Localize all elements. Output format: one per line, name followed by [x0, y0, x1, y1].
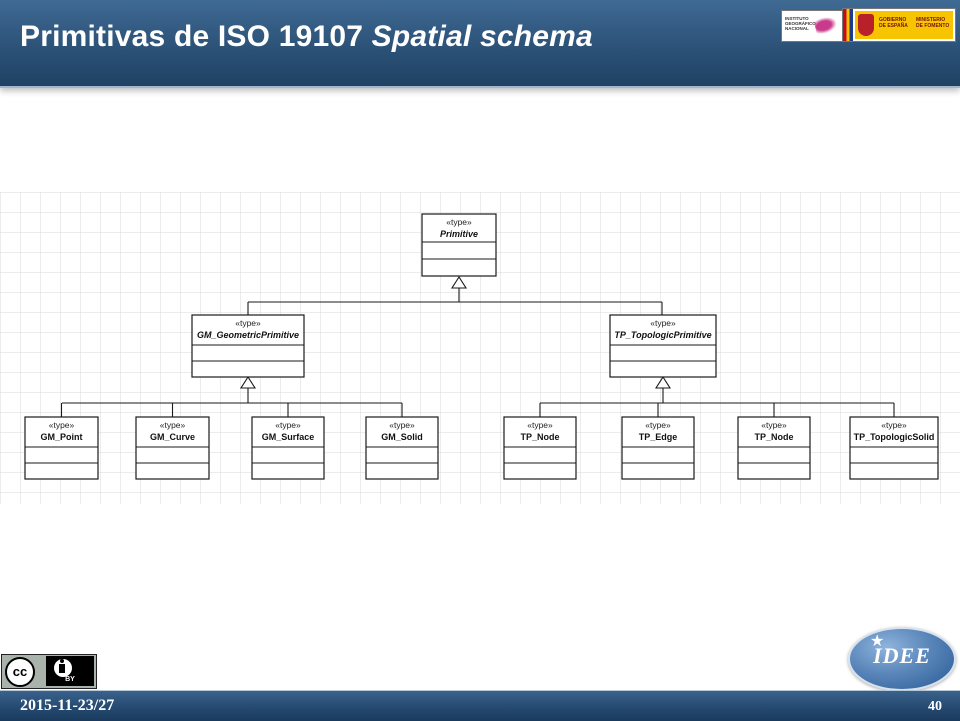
class-name: GM_Curve: [150, 432, 195, 442]
class-stereotype: «type»: [235, 318, 261, 328]
cc-by-license-badge[interactable]: cc BY: [1, 654, 97, 689]
class-name: TP_TopologicSolid: [854, 432, 935, 442]
class-name: TP_Edge: [639, 432, 678, 442]
uml-class-gm-geometricprimitive[interactable]: «type» GM_GeometricPrimitive: [191, 314, 305, 378]
uml-class-tp-edge[interactable]: «type» TP_Edge: [621, 416, 695, 480]
uml-class-tp-topologicprimitive[interactable]: «type» TP_TopologicPrimitive: [609, 314, 717, 378]
attribution-icon-body: [59, 664, 65, 673]
idee-logo[interactable]: ★ IDEE: [848, 627, 956, 691]
class-name: Primitive: [440, 229, 478, 239]
uml-class-gm-solid[interactable]: «type» GM_Solid: [365, 416, 439, 480]
class-stereotype: «type»: [49, 420, 75, 430]
class-stereotype: «type»: [160, 420, 186, 430]
creative-commons-icon: cc: [5, 657, 35, 687]
class-name: TP_Node: [754, 432, 793, 442]
class-stereotype: «type»: [761, 420, 787, 430]
uml-class-tp-node[interactable]: «type» TP_Node: [503, 416, 577, 480]
uml-diagram: «type» Primitive «type» GM_GeometricPrimiti…: [0, 192, 960, 504]
class-stereotype: «type»: [645, 420, 671, 430]
class-stereotype: «type»: [275, 420, 301, 430]
class-name: GM_Solid: [381, 432, 423, 442]
class-name: GM_Surface: [262, 432, 315, 442]
uml-class-tp-node[interactable]: «type» TP_Node: [737, 416, 811, 480]
uml-class-gm-surface[interactable]: «type» GM_Surface: [251, 416, 325, 480]
class-stereotype: «type»: [881, 420, 907, 430]
attribution-icon-head: [60, 659, 64, 663]
class-name: GM_GeometricPrimitive: [197, 330, 299, 340]
class-stereotype: «type»: [527, 420, 553, 430]
uml-class-gm-curve[interactable]: «type» GM_Curve: [135, 416, 210, 480]
class-name: TP_TopologicPrimitive: [614, 330, 711, 340]
uml-class-primitive[interactable]: «type» Primitive: [421, 213, 497, 277]
cc-by-label: BY: [65, 676, 75, 683]
class-stereotype: «type»: [389, 420, 415, 430]
uml-class-tp-topologicsolid[interactable]: «type» TP_TopologicSolid: [849, 416, 939, 480]
page-number: 40: [928, 699, 942, 714]
footer-date: 2015-11-23/27: [20, 697, 115, 714]
slide-footer: 2015-11-23/27 40: [0, 690, 960, 721]
uml-class-gm-point[interactable]: «type» GM_Point: [24, 416, 99, 480]
class-name: GM_Point: [41, 432, 83, 442]
class-name: TP_Node: [520, 432, 559, 442]
class-stereotype: «type»: [446, 217, 472, 227]
class-stereotype: «type»: [650, 318, 676, 328]
idee-logo-text: IDEE: [873, 643, 931, 668]
